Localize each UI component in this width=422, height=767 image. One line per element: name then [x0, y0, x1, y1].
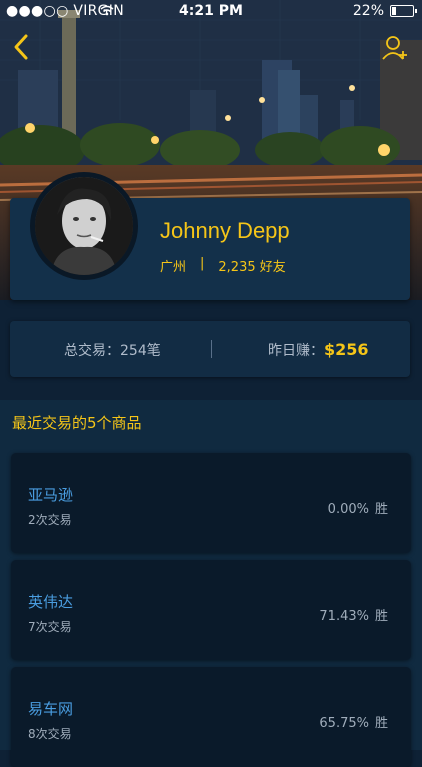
list-item[interactable]: 易车网 8次交易 65.75% 胜	[11, 667, 411, 767]
win-label: 胜	[374, 716, 388, 731]
status-bar: ●●●○○ VIRGIN 4:21 PM 22%	[0, 0, 422, 24]
battery-icon	[390, 5, 417, 17]
item-trade-count: 7次交易	[28, 620, 72, 634]
item-name: 亚马逊	[28, 486, 74, 504]
yesterday-earnings-value: $256	[324, 340, 369, 359]
total-trades: 总交易：254笔	[64, 340, 161, 360]
total-trades-value: 254笔	[120, 343, 161, 359]
chevron-left-icon	[14, 34, 28, 60]
add-friend-button[interactable]	[382, 34, 408, 62]
back-button[interactable]	[10, 32, 34, 62]
section-title: 最近交易的5个商品	[12, 414, 142, 432]
win-label: 胜	[374, 502, 388, 517]
item-name: 英伟达	[28, 593, 74, 611]
list-item[interactable]: 亚马逊 2次交易 0.00% 胜	[11, 453, 411, 553]
item-trade-count: 8次交易	[28, 727, 72, 741]
meta-separator: |	[200, 256, 205, 271]
win-label: 胜	[374, 609, 388, 624]
battery-status: 22%	[352, 3, 417, 19]
profile-meta: 广州 | 2,235 好友	[160, 256, 286, 275]
win-rate-value: 0.00%	[327, 502, 369, 517]
item-trade-count: 2次交易	[28, 513, 72, 527]
friends-count[interactable]: 2,235 好友	[218, 256, 285, 275]
profile-name: Johnny Depp	[160, 218, 290, 243]
avatar-photo	[35, 177, 133, 275]
profile-city: 广州	[160, 260, 187, 275]
total-trades-label: 总交易：	[64, 343, 120, 359]
yesterday-earnings-label: 昨日赚：	[268, 343, 324, 359]
avatar[interactable]	[30, 172, 138, 280]
add-user-icon	[382, 36, 407, 60]
battery-percent: 22%	[352, 3, 384, 19]
item-name: 易车网	[28, 700, 74, 718]
yesterday-earnings: 昨日赚：$256	[268, 340, 369, 360]
list-item[interactable]: 英伟达 7次交易 71.43% 胜	[11, 560, 411, 660]
item-win-rate: 71.43% 胜	[319, 605, 388, 624]
stats-bar: 总交易：254笔 昨日赚：$256	[10, 321, 410, 377]
item-win-rate: 0.00% 胜	[328, 498, 388, 517]
recent-items-section: 最近交易的5个商品 亚马逊 2次交易 0.00% 胜 英伟达 7次交易 71.43…	[0, 400, 422, 767]
item-win-rate: 65.75% 胜	[319, 712, 388, 731]
win-rate-value: 71.43%	[319, 609, 369, 624]
win-rate-value: 65.75%	[319, 716, 369, 731]
stats-divider	[211, 340, 212, 358]
